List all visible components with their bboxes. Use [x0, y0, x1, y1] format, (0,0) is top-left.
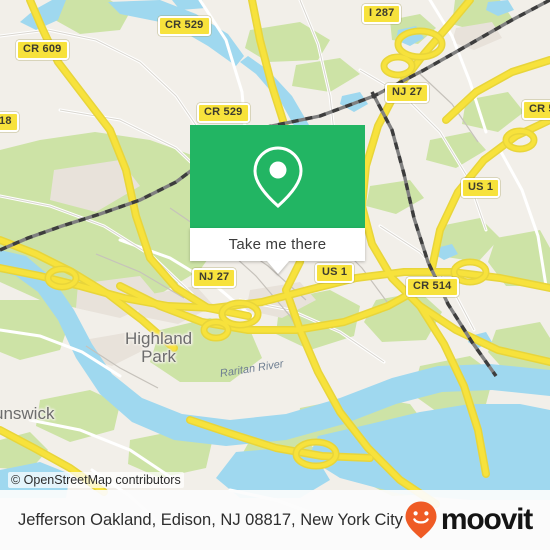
- popup-header: [190, 125, 365, 228]
- footer-bar: Jefferson Oakland, Edison, NJ 08817, New…: [0, 490, 550, 550]
- moovit-wordmark: moovit: [440, 503, 533, 536]
- address-label: Jefferson Oakland, Edison, NJ 08817, New…: [18, 510, 403, 529]
- road-shield[interactable]: US 1: [461, 178, 501, 198]
- take-me-there-label: Take me there: [228, 236, 327, 253]
- road-shield[interactable]: CR 5: [522, 100, 550, 120]
- map-canvas[interactable]: CR 609 CR 529 CR 529 I 287 NJ 27 CR 5 US…: [0, 0, 550, 550]
- take-me-there-button[interactable]: Take me there: [190, 228, 365, 274]
- osm-attribution[interactable]: © OpenStreetMap contributors: [8, 472, 184, 488]
- road-shield[interactable]: CR 529: [158, 16, 211, 36]
- moovit-brand[interactable]: moovit: [404, 500, 533, 540]
- map-vector-layer: [0, 0, 550, 550]
- road-shield[interactable]: CR 609: [16, 40, 69, 60]
- road-shield[interactable]: NJ 27: [192, 268, 237, 288]
- road-shield[interactable]: NJ 27: [385, 83, 430, 103]
- map-pin-icon: [252, 145, 303, 208]
- moovit-smiley-pin-icon: [405, 501, 437, 539]
- popup-tail: [266, 261, 289, 274]
- road-shield[interactable]: US 1: [315, 263, 355, 283]
- map-screenshot: CR 609 CR 529 CR 529 I 287 NJ 27 CR 5 US…: [0, 0, 550, 550]
- road-shield[interactable]: CR 514: [406, 277, 459, 297]
- location-popup-card[interactable]: Take me there: [190, 125, 365, 274]
- place-label-new-brunswick: unswick: [0, 404, 55, 423]
- road-shield[interactable]: I 287: [362, 4, 402, 24]
- place-label-highland-park: Highland Park: [125, 329, 193, 366]
- road-shield[interactable]: CR 529: [197, 103, 250, 123]
- road-shield[interactable]: 18: [0, 112, 19, 132]
